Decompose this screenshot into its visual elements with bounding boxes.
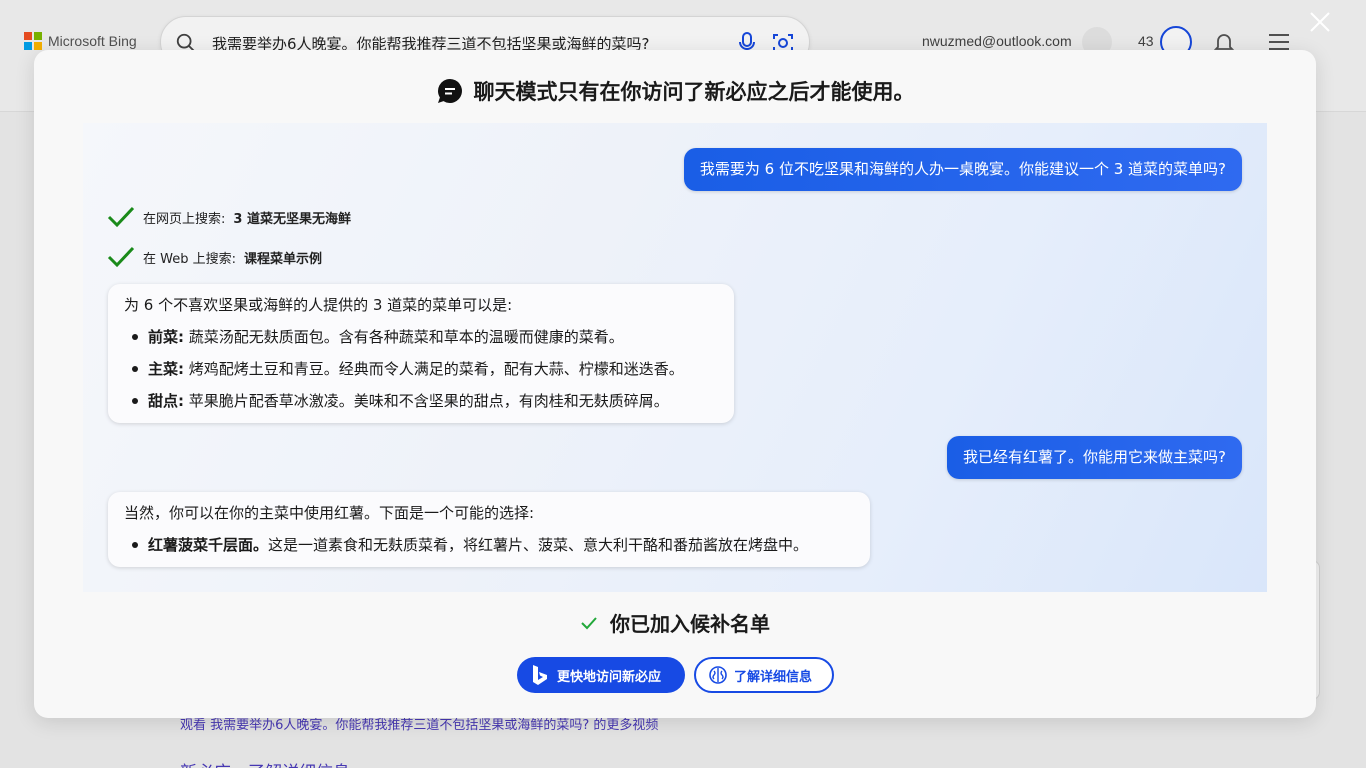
list-item-label: 红薯菠菜千层面。 (148, 536, 269, 554)
action-buttons: 更快地访问新必应 了解详细信息 (517, 657, 834, 693)
list-item-label: 前菜: (148, 328, 184, 346)
modal-title-text: 聊天模式只有在你访问了新必应之后才能使用。 (473, 80, 915, 104)
close-icon[interactable] (1306, 8, 1334, 36)
list-item-text: 烤鸡配烤土豆和青豆。经典而令人满足的菜肴，配有大蒜、柠檬和迷迭香。 (184, 360, 684, 378)
list-item-text: 这是一道素食和无麸质菜肴，将红薯片、菠菜、意大利干酪和番茄酱放在烤盘中。 (268, 536, 809, 554)
bot-message-intro: 当然，你可以在你的主菜中使用红薯。下面是一个可能的选择: (124, 504, 535, 522)
list-item: 甜点: 苹果脆片配香草冰激凌。美味和不含坚果的甜点，有肉桂和无麸质碎屑。 (124, 390, 718, 422)
list-item: 红薯菠菜千层面。这是一道素食和无麸质菜肴，将红薯片、菠菜、意大利干酪和番茄酱放在… (124, 534, 854, 566)
list-item-label: 主菜: (148, 360, 184, 378)
search-step: 在 Web 上搜索: 课程菜单示例 (107, 245, 322, 269)
user-message: 我需要为 6 位不吃坚果和海鲜的人办一桌晚宴。你能建议一个 3 道菜的菜单吗? (683, 148, 1242, 191)
list-item-text: 苹果脆片配香草冰激凌。美味和不含坚果的甜点，有肉桂和无麸质碎屑。 (184, 392, 669, 410)
bot-message-intro: 为 6 个不喜欢坚果或海鲜的人提供的 3 道菜的菜单可以是: (124, 296, 513, 314)
chat-waitlist-modal: 聊天模式只有在你访问了新必应之后才能使用。 我需要为 6 位不吃坚果和海鲜的人办… (34, 50, 1316, 718)
chat-bubble-icon (437, 78, 462, 103)
menu-list: 前菜: 蔬菜汤配无麸质面包。含有各种蔬菜和草本的温暖而健康的菜肴。 主菜: 烤鸡… (124, 326, 718, 422)
waitlist-text: 你已加入候补名单 (610, 612, 770, 636)
faster-access-label: 更快地访问新必应 (557, 669, 662, 685)
search-step: 在网页上搜索: 3 道菜无坚果无海鲜 (107, 205, 351, 229)
brain-icon (709, 666, 727, 684)
list-item-label: 甜点: (148, 392, 184, 410)
bing-b-icon (533, 665, 547, 685)
menu-list: 红薯菠菜千层面。这是一道素食和无麸质菜肴，将红薯片、菠菜、意大利干酪和番茄酱放在… (124, 534, 854, 566)
modal-title: 聊天模式只有在你访问了新必应之后才能使用。 (34, 76, 1316, 106)
user-message: 我已经有红薯了。你能用它来做主菜吗? (947, 436, 1242, 479)
checkmark-icon (107, 246, 135, 268)
search-step-query: 课程菜单示例 (244, 251, 323, 267)
list-item-text: 蔬菜汤配无麸质面包。含有各种蔬菜和草本的温暖而健康的菜肴。 (184, 328, 624, 346)
learn-more-button[interactable]: 了解详细信息 (694, 657, 834, 693)
list-item: 主菜: 烤鸡配烤土豆和青豆。经典而令人满足的菜肴，配有大蒜、柠檬和迷迭香。 (124, 358, 718, 390)
bot-message: 为 6 个不喜欢坚果或海鲜的人提供的 3 道菜的菜单可以是: 前菜: 蔬菜汤配无… (108, 284, 734, 423)
search-step-prefix: 在网页上搜索: (143, 211, 226, 227)
waitlist-status: 你已加入候补名单 (34, 608, 1316, 637)
checkmark-icon (107, 206, 135, 228)
search-step-prefix: 在 Web 上搜索: (143, 251, 236, 267)
faster-access-button[interactable]: 更快地访问新必应 (517, 657, 685, 693)
chat-preview: 我需要为 6 位不吃坚果和海鲜的人办一桌晚宴。你能建议一个 3 道菜的菜单吗? … (83, 123, 1267, 592)
learn-more-label: 了解详细信息 (734, 669, 813, 685)
list-item: 前菜: 蔬菜汤配无麸质面包。含有各种蔬菜和草本的温暖而健康的菜肴。 (124, 326, 718, 358)
checkmark-icon (581, 616, 597, 629)
search-step-query: 3 道菜无坚果无海鲜 (233, 211, 351, 227)
bot-message: 当然，你可以在你的主菜中使用红薯。下面是一个可能的选择: 红薯菠菜千层面。这是一… (108, 492, 870, 567)
